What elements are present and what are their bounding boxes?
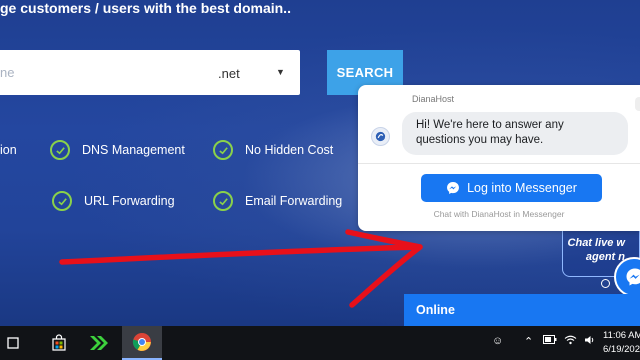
messenger-icon: [447, 182, 460, 194]
hero-tagline: ge customers / users with the best domai…: [0, 0, 291, 16]
feature-item: URL Forwarding: [52, 191, 175, 211]
volume-icon[interactable]: [584, 335, 596, 348]
online-chat-bar[interactable]: Online: [404, 294, 640, 326]
log-into-messenger-button[interactable]: Log into Messenger: [421, 174, 602, 202]
chrome-icon[interactable]: [122, 326, 162, 360]
chat-sender-name: DianaHost: [412, 94, 455, 104]
feature-item: Email Forwarding: [213, 191, 342, 211]
feature-label: DNS Management: [82, 143, 185, 157]
domain-search-input[interactable]: ne .net ▼: [0, 50, 300, 95]
windows-taskbar: ☺ ⌃ 11:06 AM 6/19/2020: [0, 326, 640, 360]
check-icon: [52, 191, 72, 211]
people-icon[interactable]: ☺: [492, 335, 503, 347]
chat-close-tab[interactable]: [635, 97, 640, 111]
battery-icon[interactable]: [543, 335, 557, 347]
chat-message-bubble: Hi! We're here to answer any questions y…: [402, 112, 628, 155]
task-view-icon[interactable]: [2, 326, 26, 360]
clock-date: 6/19/2020: [603, 344, 640, 355]
login-button-label: Log into Messenger: [467, 181, 577, 195]
agent-card-line: Chat live w: [567, 237, 625, 249]
feature-item: No Hidden Cost: [213, 140, 333, 160]
check-icon: [213, 191, 233, 211]
feature-label: ion: [0, 143, 17, 157]
search-placeholder: ne: [0, 65, 15, 80]
chat-divider: [358, 163, 640, 164]
feature-item: ion: [0, 143, 17, 157]
store-icon[interactable]: [42, 326, 76, 360]
agent-card-line: agent n: [585, 251, 625, 263]
chevron-up-icon[interactable]: ⌃: [524, 335, 533, 348]
clock-time: 11:06 AM: [603, 330, 640, 341]
caret-down-icon[interactable]: ▼: [276, 67, 285, 77]
messenger-icon: [626, 268, 640, 286]
system-clock[interactable]: 11:06 AM 6/19/2020: [603, 329, 640, 357]
dianahost-avatar: [371, 127, 390, 146]
hero-section: ge customers / users with the best domai…: [0, 0, 640, 326]
chat-footnote: Chat with DianaHost in Messenger: [433, 209, 565, 219]
feature-label: URL Forwarding: [84, 194, 175, 208]
green-chevron-app-icon[interactable]: [82, 326, 116, 360]
agent-status-dot: [601, 279, 610, 288]
check-icon: [50, 140, 70, 160]
messenger-chat-card: DianaHost Hi! We're here to answer any q…: [358, 85, 640, 231]
feature-label: No Hidden Cost: [245, 143, 334, 157]
messenger-fab-button[interactable]: [614, 257, 640, 297]
check-icon: [213, 140, 233, 160]
feature-item: DNS Management: [50, 140, 185, 160]
feature-label: Email Forwarding: [245, 194, 343, 208]
tld-select[interactable]: .net: [218, 66, 240, 81]
wifi-icon[interactable]: [564, 335, 577, 348]
online-label: Online: [416, 303, 455, 317]
